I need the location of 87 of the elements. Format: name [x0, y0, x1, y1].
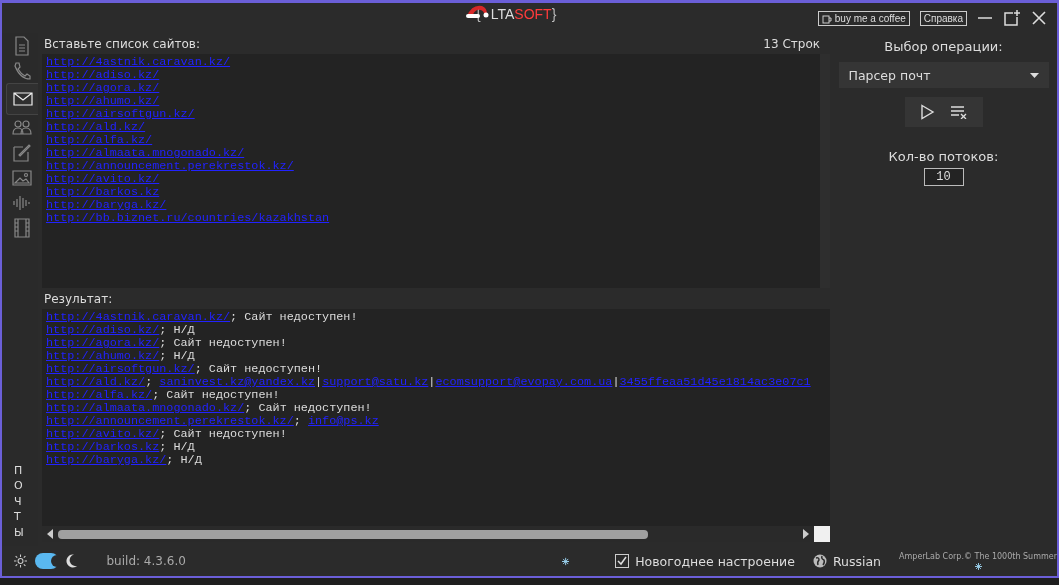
result-link[interactable]: http://baryga.kz/: [46, 453, 167, 467]
url-link[interactable]: http://announcement.perekrestok.kz/: [46, 159, 294, 173]
result-link[interactable]: info@ps.kz: [307, 414, 379, 428]
globe-icon: [812, 554, 827, 568]
result-text: ; Н/Д: [159, 323, 195, 337]
result-text: ;: [293, 414, 302, 428]
logo-text: LTA: [490, 6, 515, 22]
result-text: ;: [145, 375, 154, 389]
result-link[interactable]: http://avito.kz/: [46, 427, 160, 441]
url-link[interactable]: http://ahumo.kz/: [46, 94, 160, 108]
result-text: ; Сайт недоступен!: [152, 388, 280, 402]
result-text: ; Н/Д: [159, 349, 195, 363]
moon-icon[interactable]: [65, 552, 79, 570]
result-link[interactable]: ecomsupport@evopay.com.ua: [435, 375, 613, 389]
result-text: |: [315, 375, 323, 389]
result-text: ; Н/Д: [166, 453, 202, 467]
result-link[interactable]: http://ahumo.kz/: [46, 349, 160, 363]
panel-label: Результат:: [44, 292, 113, 307]
url-link[interactable]: http://alfa.kz/: [46, 133, 153, 147]
people-icon: [12, 117, 32, 138]
result-link[interactable]: 3455ffeaa51d45e1814ac3e07c1: [619, 375, 811, 389]
theme-toggle[interactable]: [35, 553, 60, 569]
window-plus-icon[interactable]: [1003, 9, 1021, 27]
threads-label: Кол-во потоков:: [888, 149, 999, 164]
language-selector[interactable]: Russian: [812, 553, 882, 569]
url-link[interactable]: http://baryga.kz/: [46, 198, 167, 212]
threads-field[interactable]: 10: [923, 168, 964, 186]
url-link[interactable]: http://airsoftgun.kz/: [46, 107, 195, 121]
sidebar-tab[interactable]: [6, 83, 38, 115]
url-link[interactable]: http://barkos.kz: [46, 185, 160, 199]
result-text: ; Сайт недоступен!: [194, 362, 323, 376]
result-link[interactable]: support@satu.kz: [322, 375, 429, 389]
image-icon: [12, 167, 32, 188]
scroll-corner: [814, 526, 830, 542]
result-link[interactable]: http://agora.kz/: [46, 336, 160, 350]
result-link[interactable]: http://alfa.kz/: [46, 388, 153, 402]
operation-dropdown[interactable]: Парсер почт: [838, 62, 1049, 88]
result-text: ; Н/Д: [159, 440, 195, 454]
check-icon: [616, 555, 629, 567]
result-link[interactable]: saninvest.kz@yandex.kz: [159, 375, 316, 389]
url-link[interactable]: http://avito.kz/: [46, 172, 160, 186]
section-label: ПОЧТЫ: [14, 463, 25, 540]
play-icon[interactable]: [919, 104, 936, 120]
result-link[interactable]: http://airsoftgun.kz/: [46, 362, 195, 376]
copyright-text: AmperLab Corp.© The 1000th Summer: [899, 552, 1057, 561]
url-link[interactable]: http://ald.kz/: [46, 120, 146, 134]
help-button[interactable]: Справка: [919, 10, 967, 26]
scroll-left-icon[interactable]: [46, 529, 54, 539]
snowflake-icon: [974, 563, 982, 570]
operation-label: Выбор операции:: [884, 39, 1003, 54]
horizontal-scrollbar[interactable]: [42, 526, 814, 542]
new-year-checkbox[interactable]: Новогоднее настроение: [615, 553, 795, 569]
url-link[interactable]: http://adiso.kz/: [46, 68, 160, 82]
result-text: ; Сайт недоступен!: [159, 336, 287, 350]
result-link[interactable]: http://4astnik.caravan.kz/: [46, 310, 231, 324]
cup-icon: [821, 12, 833, 24]
url-link[interactable]: http://4astnik.caravan.kz/: [46, 55, 231, 69]
snowflake-icon: [561, 556, 570, 566]
mail-icon: [12, 89, 33, 109]
result-text: ; Сайт недоступен!: [159, 427, 287, 441]
result-text: ; Сайт недоступен!: [230, 310, 358, 324]
phone-icon: [12, 60, 32, 81]
document-icon: [12, 35, 32, 56]
coffee-button[interactable]: buy me a coffee: [817, 10, 910, 26]
result-link[interactable]: http://announcement.perekrestok.kz/: [46, 414, 294, 428]
logo-text: SOFT: [514, 6, 552, 22]
film-icon: [12, 217, 32, 238]
url-link[interactable]: http://bb.biznet.ru/countries/kazakhstan: [46, 211, 330, 225]
clear-list-icon[interactable]: [949, 105, 968, 119]
close-icon[interactable]: [1031, 10, 1047, 26]
result-link[interactable]: http://ald.kz/: [46, 375, 146, 389]
result-link[interactable]: http://adiso.kz/: [46, 323, 160, 337]
edit-icon: [12, 142, 32, 163]
result-text: ; Сайт недоступен!: [244, 401, 372, 415]
logo-text: }: [551, 6, 557, 22]
result-link[interactable]: http://barkos.kz: [46, 440, 160, 454]
url-link[interactable]: http://agora.kz/: [46, 81, 160, 95]
url-link[interactable]: http://almaata.mnogonado.kz/: [46, 146, 245, 160]
panel-label: Вставьте список сайтов:: [44, 37, 200, 52]
sun-icon[interactable]: [14, 553, 28, 569]
result-link[interactable]: http://almaata.mnogonado.kz/: [46, 401, 245, 415]
caret-icon: [1029, 72, 1039, 78]
result-text: |: [428, 375, 436, 389]
scroll-right-icon[interactable]: [802, 529, 810, 539]
line-count: 13 Строк: [763, 37, 820, 52]
build-version: build: 4.3.6.0: [106, 554, 186, 568]
result-text: |: [612, 375, 620, 389]
